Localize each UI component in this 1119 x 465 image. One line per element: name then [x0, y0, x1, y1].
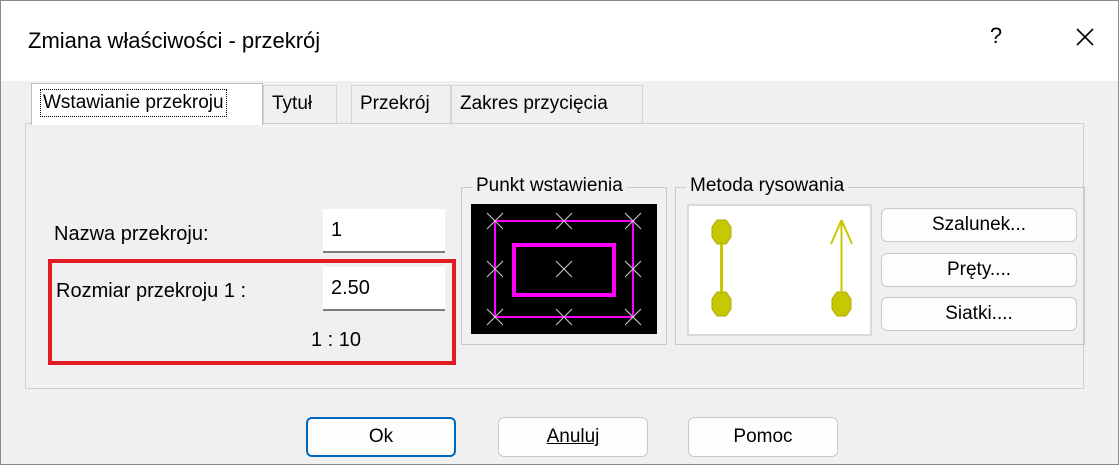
section-name-input[interactable]: 1: [323, 209, 445, 253]
insertion-point-diagram: [486, 212, 642, 326]
ok-button[interactable]: Ok: [306, 417, 456, 457]
tab-insertion[interactable]: Wstawianie przekroju: [31, 83, 263, 125]
tab-label: Zakres przycięcia: [460, 93, 608, 114]
tab-clip-range[interactable]: Zakres przycięcia: [451, 85, 643, 123]
cancel-button[interactable]: Anuluj: [498, 417, 648, 457]
title-bar: Zmiana właściwości - przekrój ?: [1, 1, 1118, 81]
section-size-label: Rozmiar przekroju 1 :: [56, 280, 247, 302]
section-size-input[interactable]: 2.50: [323, 267, 445, 311]
arrow-up-icon: [830, 219, 853, 292]
tab-section[interactable]: Przekrój: [351, 85, 451, 123]
tab-label: Tytuł: [272, 93, 313, 114]
help-button[interactable]: ?: [981, 23, 1011, 49]
scale-readout: 1 : 10: [311, 329, 362, 351]
help-footer-button[interactable]: Pomoc: [688, 417, 838, 457]
dialog: Zmiana właściwości - przekrój ? Wstawian…: [0, 0, 1119, 465]
cancel-button-label: Anuluj: [546, 426, 600, 447]
tab-label: Wstawianie przekroju: [40, 89, 227, 117]
formwork-button[interactable]: Szalunek...: [881, 208, 1077, 242]
section-name-label: Nazwa przekroju:: [54, 223, 209, 245]
insertion-point-title: Punkt wstawienia: [472, 175, 627, 197]
drawing-method-preview[interactable]: [687, 204, 872, 336]
rebars-button[interactable]: Pręty....: [881, 253, 1077, 287]
meshes-button[interactable]: Siatki....: [881, 297, 1077, 331]
tab-title[interactable]: Tytuł: [263, 85, 337, 123]
window-title: Zmiana właściwości - przekrój: [28, 28, 321, 53]
drawing-method-title: Metoda rysowania: [686, 175, 849, 197]
close-icon: [1076, 28, 1094, 46]
drawing-method-diagram: [711, 219, 853, 317]
rebar-dot-icons: [711, 219, 852, 317]
close-button[interactable]: [1065, 17, 1105, 57]
insertion-point-preview[interactable]: [471, 204, 657, 334]
insertion-marker-icons: [486, 212, 642, 326]
tab-label: Przekrój: [360, 93, 430, 114]
